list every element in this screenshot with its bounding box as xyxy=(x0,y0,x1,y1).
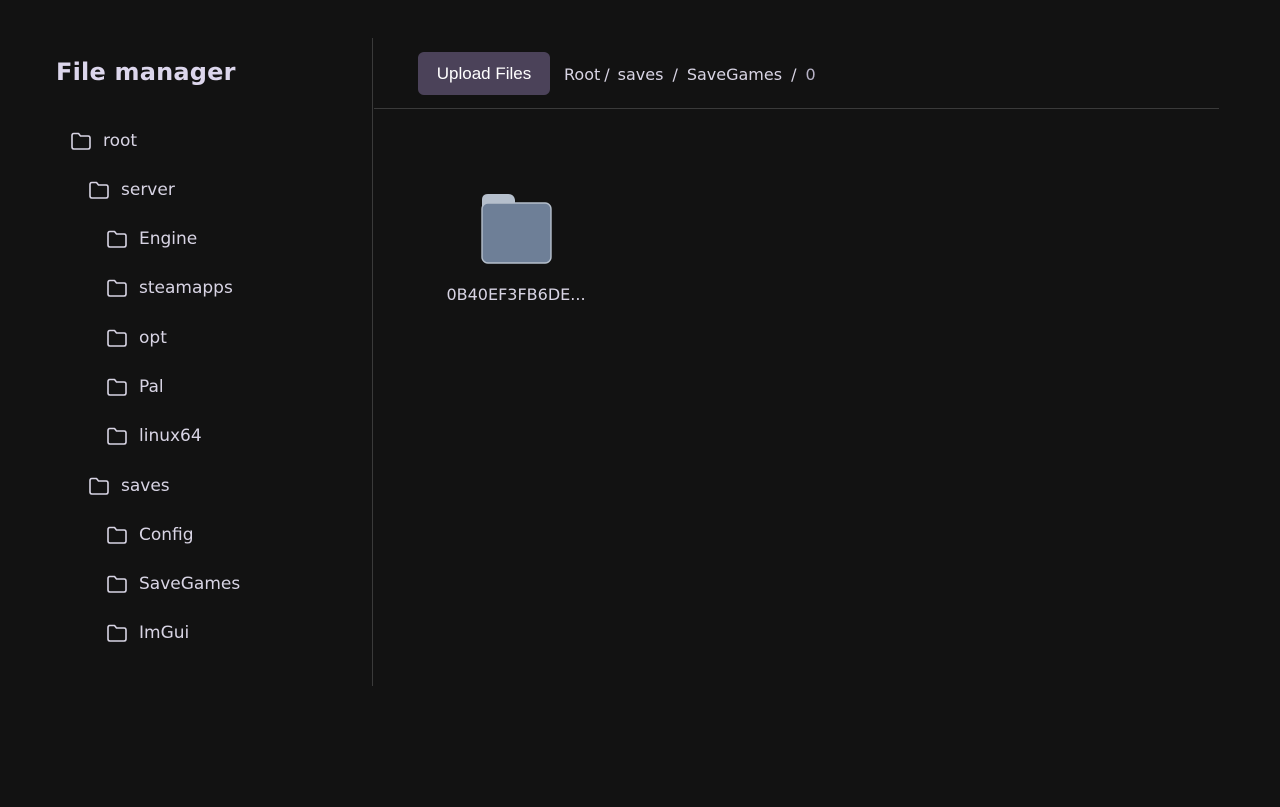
folder-icon xyxy=(88,180,110,200)
file-item[interactable]: 0B40EF3FB6DE... xyxy=(438,190,594,310)
breadcrumb-saves[interactable]: saves xyxy=(618,65,664,84)
tree-item-label: ImGui xyxy=(139,623,190,643)
folder-icon xyxy=(106,623,128,643)
folder-icon xyxy=(106,229,128,249)
file-manager-app: File manager root server Engine steamapp… xyxy=(0,0,1280,807)
folder-icon xyxy=(106,377,128,397)
tree-item-label: saves xyxy=(121,476,170,496)
file-grid: 0B40EF3FB6DE... xyxy=(374,110,1219,686)
breadcrumb-separator: / xyxy=(791,64,797,84)
folder-icon xyxy=(106,574,128,594)
sidebar: File manager root server Engine steamapp… xyxy=(0,38,373,686)
tree-item-saves[interactable]: saves xyxy=(88,471,170,501)
breadcrumb-separator: / xyxy=(672,64,678,84)
toolbar: Upload Files Root / saves / SaveGames / … xyxy=(374,38,1219,109)
tree-item-config[interactable]: Config xyxy=(106,520,194,550)
file-name: 0B40EF3FB6DE... xyxy=(446,285,586,304)
breadcrumb-current: 0 xyxy=(805,64,816,84)
tree-item-imgui[interactable]: ImGui xyxy=(106,618,189,648)
tree-item-server[interactable]: server xyxy=(88,175,175,205)
folder-icon xyxy=(106,328,128,348)
tree-item-label: root xyxy=(103,131,138,151)
tree-item-label: Engine xyxy=(139,229,198,249)
tree-item-label: SaveGames xyxy=(139,574,241,594)
tree-item-savegames[interactable]: SaveGames xyxy=(106,569,240,599)
tree-item-opt[interactable]: opt xyxy=(106,323,167,353)
breadcrumb-savegames[interactable]: SaveGames xyxy=(687,65,782,84)
upload-files-button[interactable]: Upload Files xyxy=(418,52,550,95)
breadcrumb: Root / saves / SaveGames / 0 xyxy=(564,62,816,86)
breadcrumb-root[interactable]: Root xyxy=(564,65,600,84)
tree-item-steamapps[interactable]: steamapps xyxy=(106,273,233,303)
sidebar-title: File manager xyxy=(56,58,236,86)
tree-item-label: Config xyxy=(139,525,194,545)
tree-item-root[interactable]: root xyxy=(70,126,137,156)
folder-icon xyxy=(480,192,552,268)
tree-item-label: server xyxy=(121,180,175,200)
tree-item-linux64[interactable]: linux64 xyxy=(106,421,202,451)
tree-item-pal[interactable]: Pal xyxy=(106,372,164,402)
folder-icon xyxy=(106,426,128,446)
tree-item-label: steamapps xyxy=(139,278,233,298)
tree-item-label: opt xyxy=(139,328,167,348)
breadcrumb-separator: / xyxy=(604,64,610,84)
tree-item-engine[interactable]: Engine xyxy=(106,224,197,254)
folder-icon xyxy=(88,476,110,496)
tree-item-label: Pal xyxy=(139,377,164,397)
folder-icon xyxy=(106,278,128,298)
tree-item-label: linux64 xyxy=(139,426,202,446)
folder-icon xyxy=(70,131,92,151)
folder-icon xyxy=(106,525,128,545)
